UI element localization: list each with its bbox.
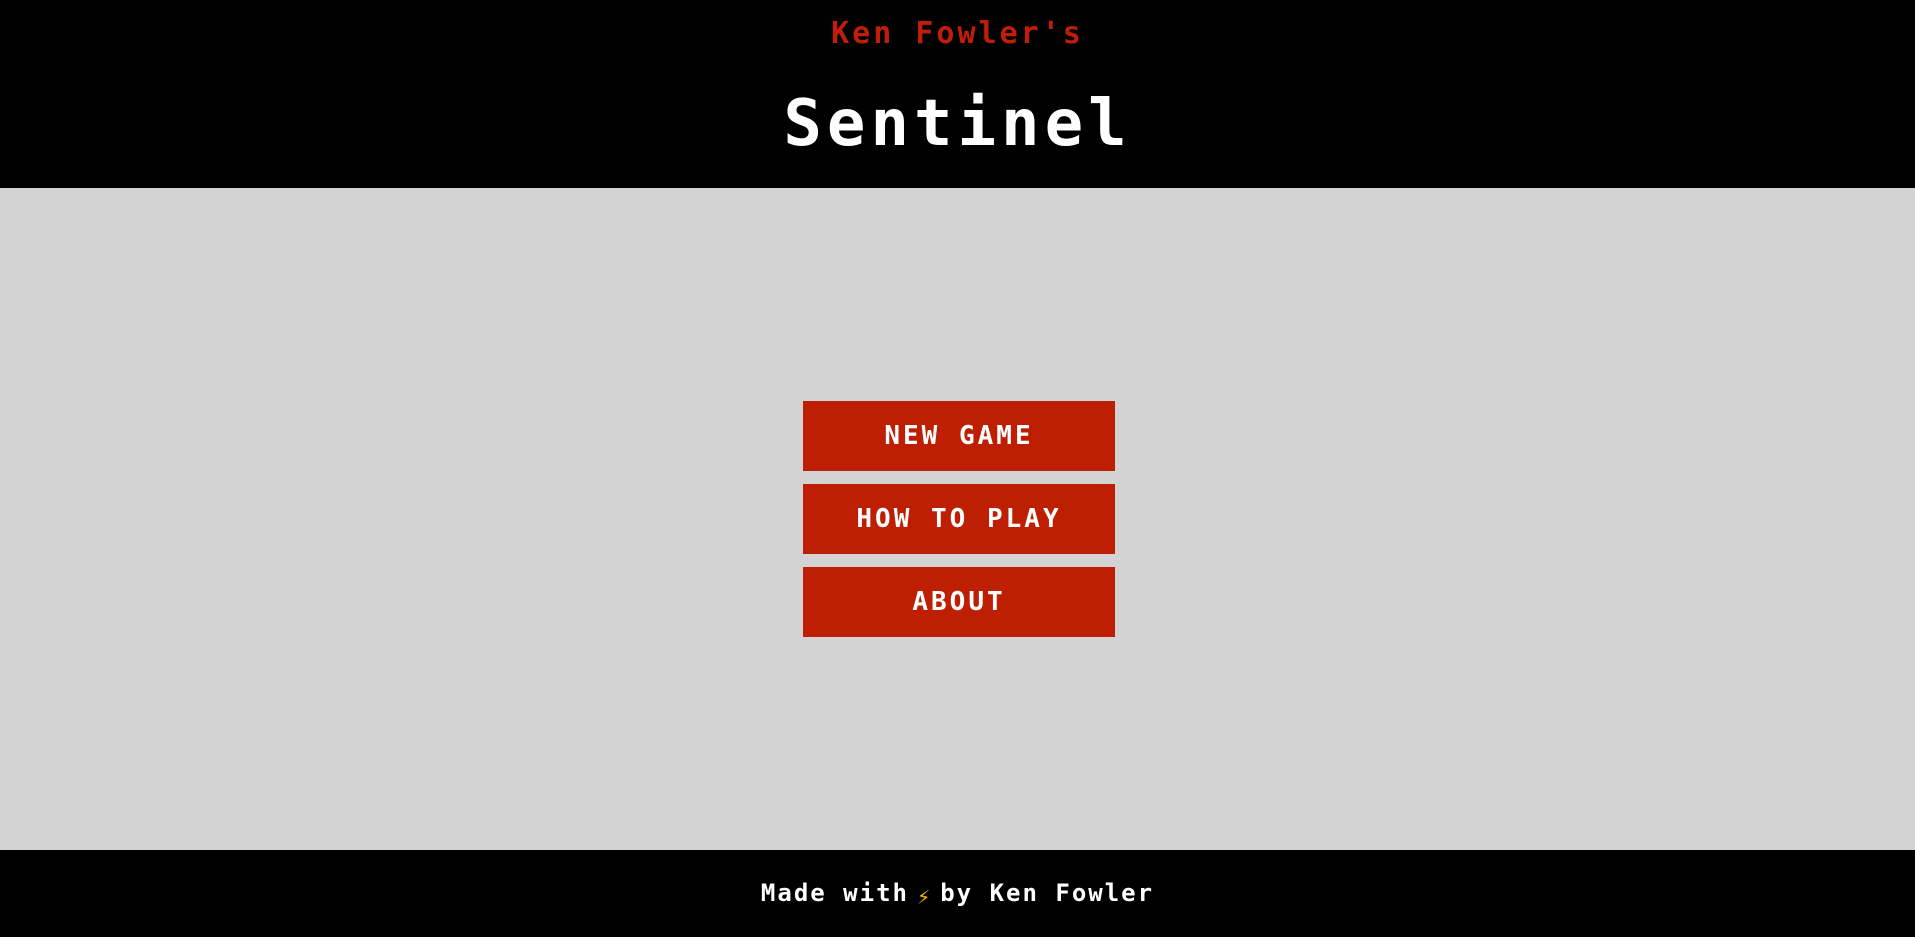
new-game-button[interactable]: NEW GAME [803,401,1115,471]
header: Ken Fowler's Sentinel [0,0,1915,188]
lightning-bolt-icon: ⚡ [916,885,933,910]
footer-author: by Ken Fowler [940,879,1155,907]
main-menu-area: NEW GAME HOW TO PLAY ABOUT [0,188,1915,850]
main-menu: NEW GAME HOW TO PLAY ABOUT [803,401,1115,650]
author-subtitle: Ken Fowler's [831,16,1084,51]
game-page: Ken Fowler's Sentinel NEW GAME HOW TO PL… [0,0,1915,937]
footer: Made with ⚡ by Ken Fowler [0,850,1915,937]
about-button[interactable]: ABOUT [803,567,1115,637]
footer-made-with: Made with [760,879,909,907]
game-title: Sentinel [783,87,1132,161]
how-to-play-button[interactable]: HOW TO PLAY [803,484,1115,554]
